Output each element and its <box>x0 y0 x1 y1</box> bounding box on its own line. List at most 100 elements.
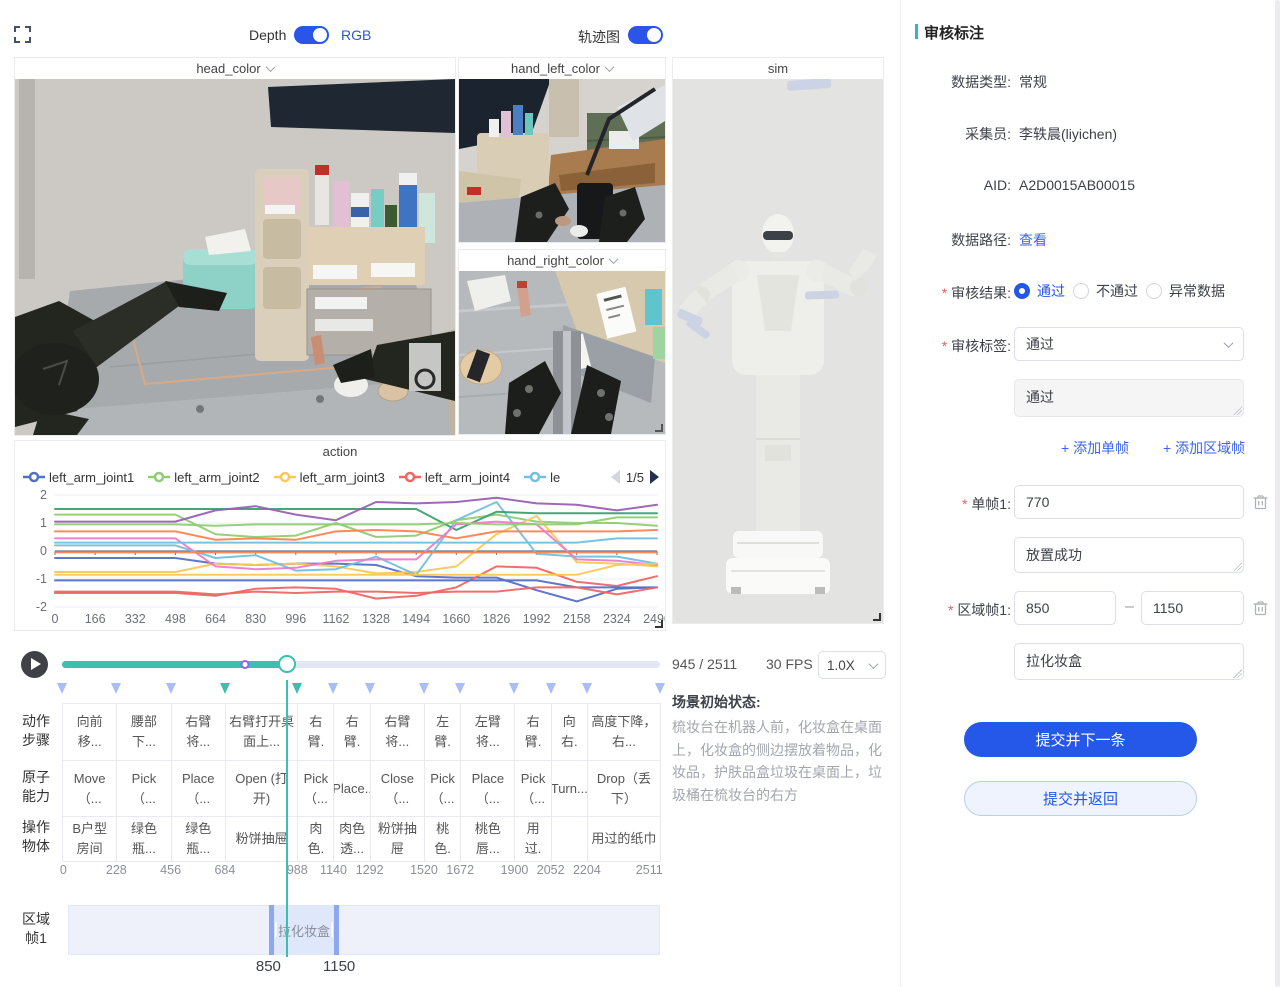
svg-text:1: 1 <box>40 516 47 530</box>
delete-single-frame-icon[interactable] <box>1253 494 1268 510</box>
action-chart-title: action <box>15 444 665 459</box>
timeline-marker[interactable] <box>455 683 465 694</box>
speed-select[interactable]: 1.0X <box>818 651 886 679</box>
panel-scrollbar[interactable] <box>1275 0 1280 987</box>
legend-prev-icon[interactable] <box>611 470 620 484</box>
slider-handle[interactable] <box>278 655 296 673</box>
timeline-marker[interactable] <box>220 683 230 694</box>
frame-axis-tick: 2052 <box>537 863 565 877</box>
add-region-frame-link[interactable]: + 添加区域帧 <box>1163 438 1245 458</box>
step-cell: Place（... <box>461 761 515 817</box>
svg-text:0: 0 <box>52 612 59 626</box>
svg-text:1328: 1328 <box>362 612 390 626</box>
legend-item[interactable]: left_arm_joint1 <box>23 470 134 485</box>
playback-slider[interactable] <box>62 661 660 668</box>
review-tag-select[interactable]: 通过 <box>1014 327 1244 361</box>
frame-counter: 945 / 2511 <box>672 656 737 672</box>
legend-next-icon[interactable] <box>650 470 659 484</box>
row-label-region-frame: 区域帧1 <box>18 910 54 948</box>
review-tag-note[interactable]: 通过 <box>1014 379 1244 417</box>
single-frame-note[interactable]: 放置成功 <box>1014 537 1244 573</box>
data-type-value: 常规 <box>1019 72 1047 92</box>
delete-region-frame-icon[interactable] <box>1253 600 1268 616</box>
review-result-option[interactable]: 不通过 <box>1073 281 1138 301</box>
data-path-link[interactable]: 查看 <box>1019 230 1047 250</box>
timeline-marker[interactable] <box>111 683 121 694</box>
frame-axis-tick: 228 <box>106 863 127 877</box>
row-label-object: 操作物体 <box>18 818 54 856</box>
legend-item[interactable]: left_arm_joint4 <box>399 470 510 485</box>
resize-grip-icon[interactable] <box>1233 406 1242 415</box>
region-frame-note-text: 拉化妆盒 <box>1026 653 1082 669</box>
hand-right-camera-header[interactable]: hand_right_color <box>459 250 665 271</box>
resize-corner-icon[interactable] <box>655 620 663 628</box>
data-type-label: 数据类型: <box>901 72 1011 92</box>
fullscreen-icon[interactable] <box>14 26 31 43</box>
timeline-marker[interactable] <box>365 683 375 694</box>
frame-axis-tick: 2204 <box>573 863 601 877</box>
single-frame-input[interactable] <box>1014 485 1244 519</box>
single-frame-dot[interactable] <box>241 660 250 669</box>
timeline-marker[interactable] <box>509 683 519 694</box>
submit-back-button[interactable]: 提交并返回 <box>964 781 1197 816</box>
region-right-grip[interactable] <box>331 922 333 937</box>
action-chart[interactable]: 210-1-2016633249866483099611621328149416… <box>15 489 665 629</box>
head-camera-header[interactable]: head_color <box>15 58 455 79</box>
step-cell: 右臂. <box>298 704 334 761</box>
legend-item[interactable]: left_arm_joint3 <box>274 470 385 485</box>
timeline-marker[interactable] <box>655 683 665 694</box>
timeline-marker[interactable] <box>419 683 429 694</box>
region-frame-label: 区域帧1: <box>901 600 1011 620</box>
review-tag-value: 通过 <box>1026 334 1054 354</box>
scene-initial-state-title: 场景初始状态: <box>672 692 888 712</box>
region-start-input[interactable] <box>1014 591 1116 625</box>
legend-marker-icon <box>148 471 170 483</box>
hand-left-camera-header[interactable]: hand_left_color <box>459 58 665 79</box>
timeline-marker[interactable] <box>166 683 176 694</box>
resize-corner-icon[interactable] <box>873 613 881 621</box>
hand-left-camera-image <box>459 79 665 242</box>
frame-axis-tick: 1140 <box>320 863 347 877</box>
resize-corner-icon[interactable] <box>655 424 663 432</box>
review-result-option[interactable]: 通过 <box>1014 281 1065 301</box>
legend-item[interactable]: left_arm_joint2 <box>148 470 259 485</box>
add-single-frame-link[interactable]: + 添加单帧 <box>1061 438 1129 458</box>
trajectory-toggle[interactable] <box>628 26 663 44</box>
frame-axis-tick: 684 <box>214 863 235 877</box>
timeline-marker[interactable] <box>328 683 338 694</box>
timeline-marker[interactable] <box>292 683 302 694</box>
current-frame-line[interactable] <box>286 680 288 957</box>
svg-text:498: 498 <box>165 612 186 626</box>
timeline-marker[interactable] <box>546 683 556 694</box>
hand-right-camera-panel: hand_right_color <box>458 249 666 435</box>
hand-left-camera-title: hand_left_color <box>511 61 600 76</box>
step-cell: 左臂将... <box>461 704 515 761</box>
legend-marker-icon <box>274 471 296 483</box>
resize-grip-icon[interactable] <box>1233 669 1242 678</box>
play-button[interactable] <box>21 651 48 678</box>
sim-robot-scene <box>673 79 883 623</box>
legend-item[interactable]: le <box>524 470 560 485</box>
frame-axis-tick: 1520 <box>410 863 438 877</box>
sim-viewport[interactable] <box>673 79 883 623</box>
timeline-marker[interactable] <box>582 683 592 694</box>
submit-next-button[interactable]: 提交并下一条 <box>964 722 1197 757</box>
region-left-grip[interactable] <box>275 922 277 937</box>
chevron-down-icon <box>265 62 275 72</box>
region-frame-track[interactable]: 拉化妆盒 <box>68 905 660 955</box>
region-frame-note[interactable]: 拉化妆盒 <box>1014 643 1244 680</box>
radio-icon <box>1014 283 1030 299</box>
svg-text:996: 996 <box>285 612 306 626</box>
review-result-option[interactable]: 异常数据 <box>1146 281 1225 301</box>
head-camera-title: head_color <box>196 61 260 76</box>
radio-label: 通过 <box>1037 281 1065 301</box>
depth-rgb-toggle[interactable] <box>294 26 329 44</box>
timeline-marker[interactable] <box>57 683 67 694</box>
hand-left-camera-scene <box>459 79 665 242</box>
resize-grip-icon[interactable] <box>1233 562 1242 571</box>
region-end-input[interactable] <box>1141 591 1244 625</box>
region-frame-block[interactable]: 拉化妆盒 <box>269 905 339 955</box>
collector-label: 采集员: <box>901 124 1011 144</box>
svg-text:-2: -2 <box>36 600 47 614</box>
step-cell: 用过的纸巾 <box>588 817 661 862</box>
